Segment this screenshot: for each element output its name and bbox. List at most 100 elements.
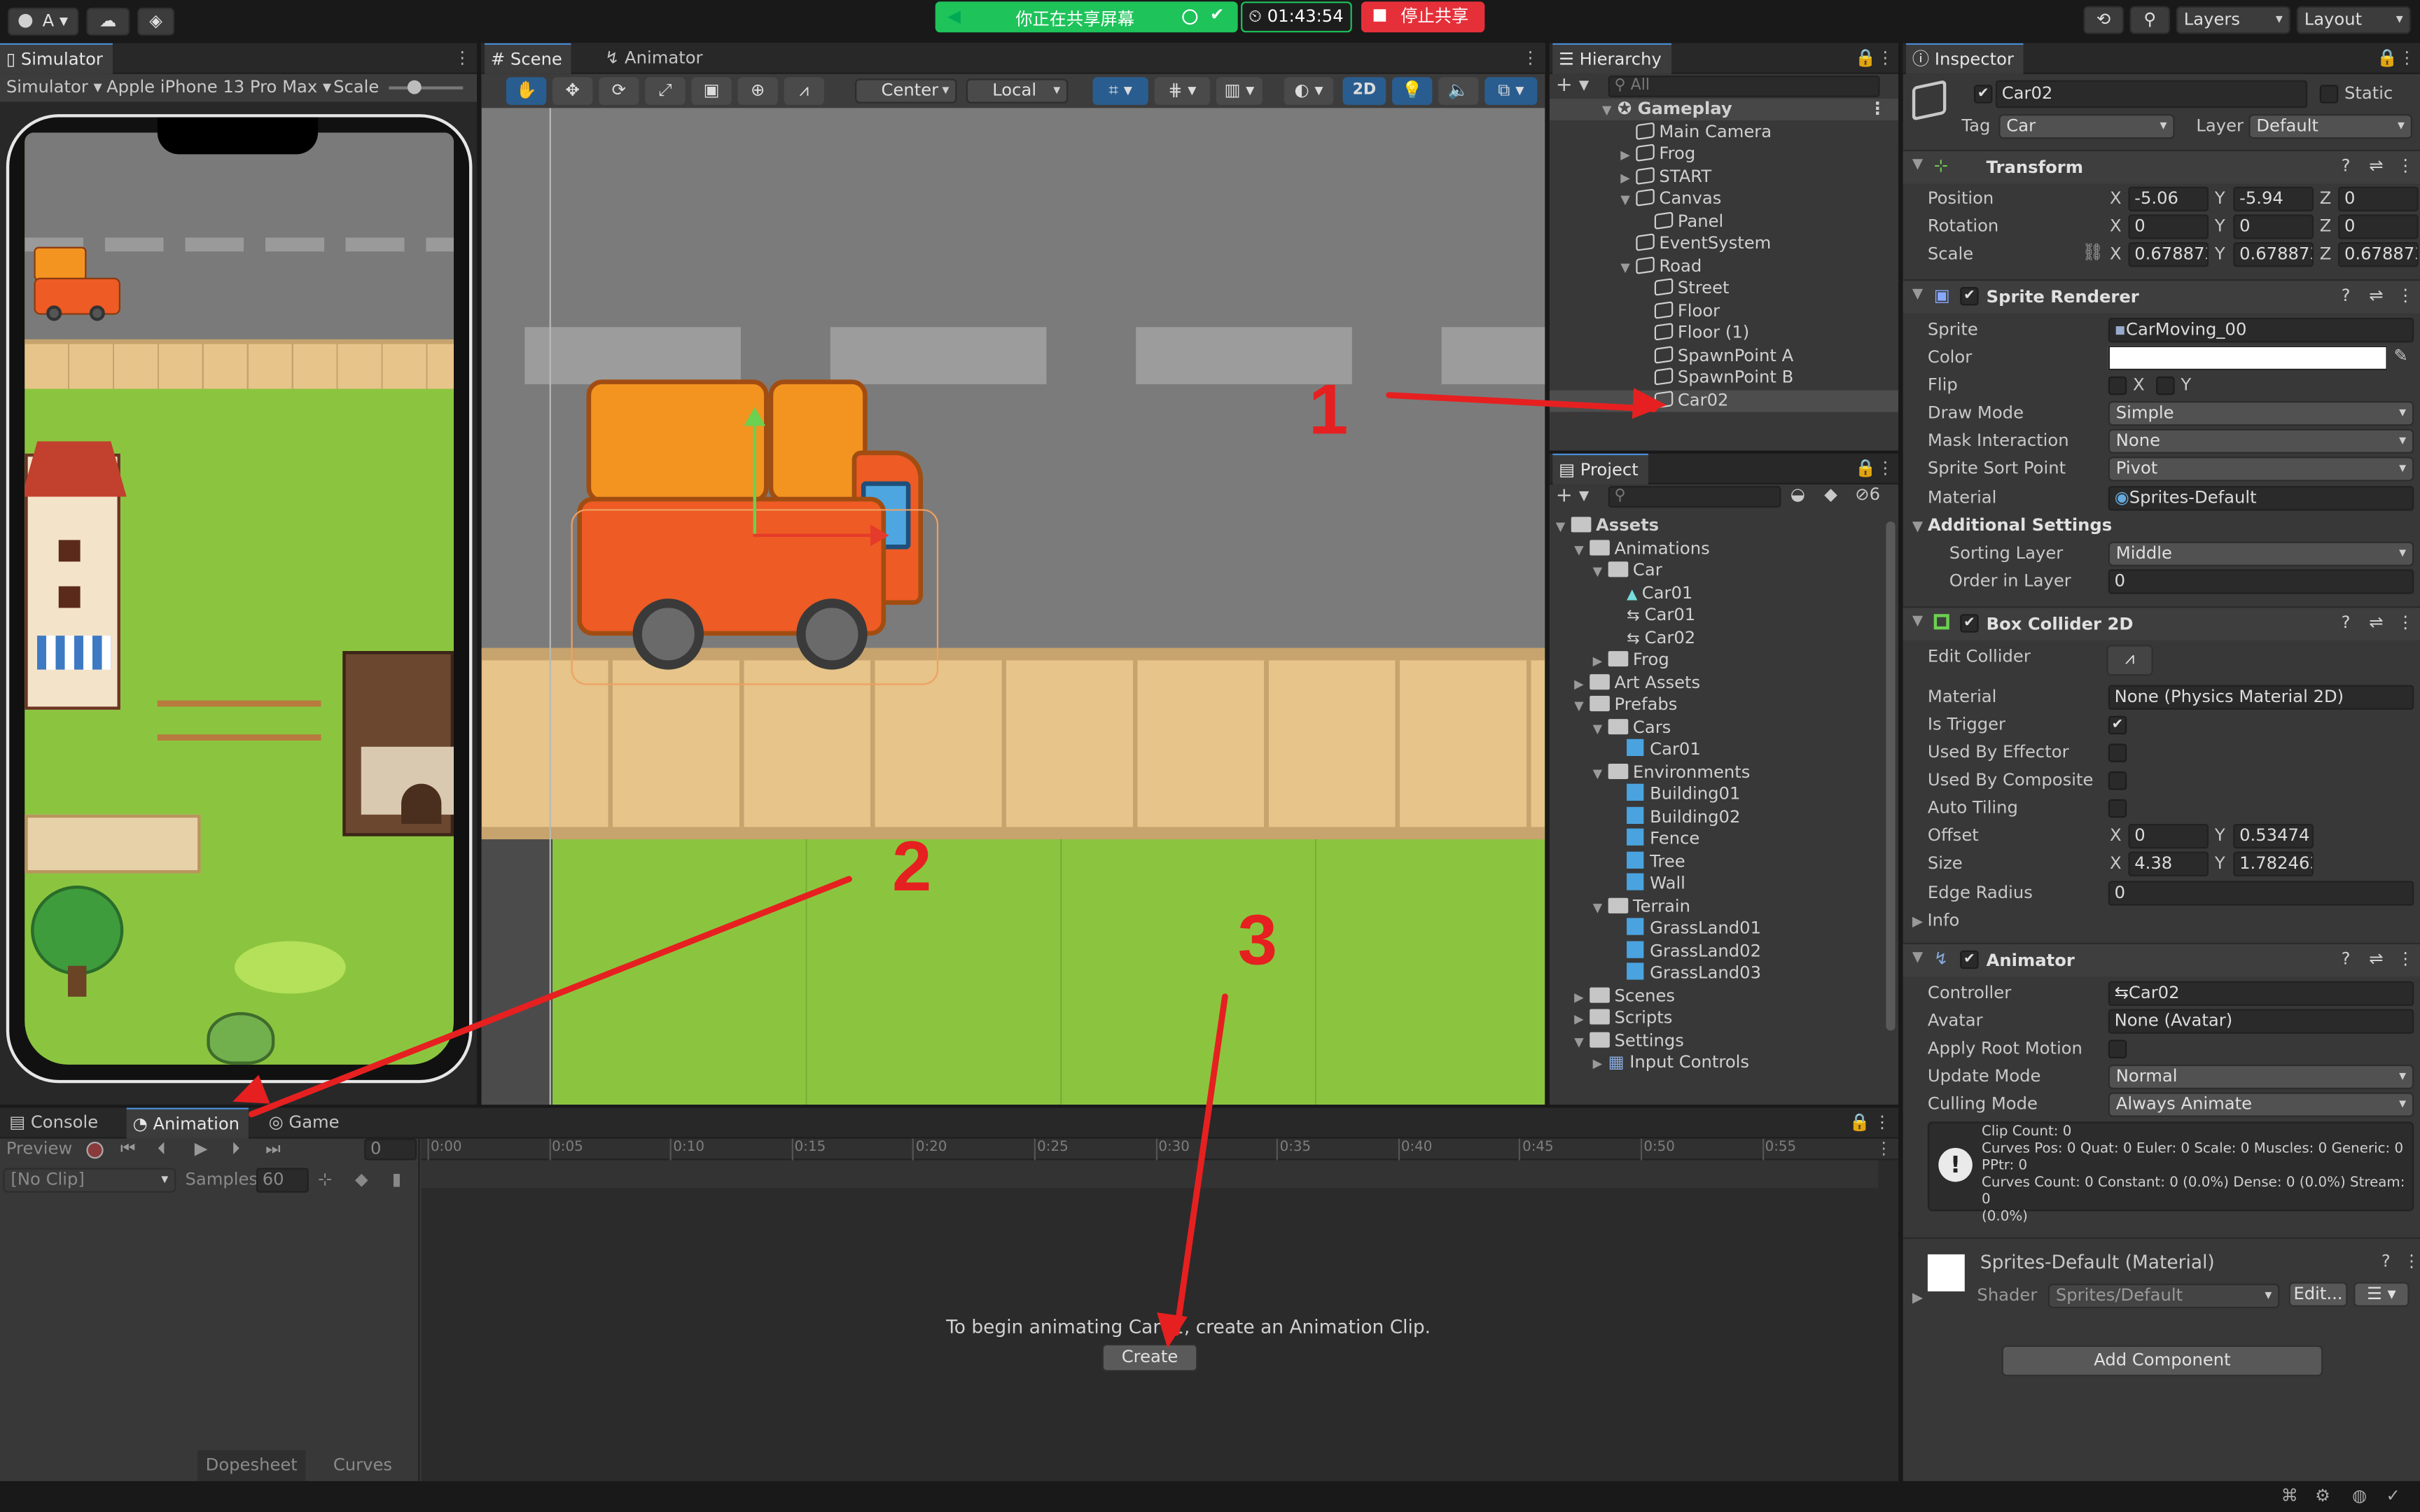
- pivot-rotation-dropdown[interactable]: Local: [966, 78, 1069, 104]
- edit-collider-button[interactable]: ⩘: [2106, 645, 2153, 676]
- phone-screen[interactable]: [25, 132, 454, 1065]
- mask-interaction-dropdown[interactable]: None: [2108, 428, 2414, 454]
- project-item[interactable]: ▼ Prefabs: [1550, 694, 1880, 716]
- hierarchy-item[interactable]: Street: [1550, 278, 1898, 300]
- order-in-layer-field[interactable]: 0: [2108, 569, 2414, 594]
- project-item[interactable]: ⇆ Car01: [1550, 605, 1880, 626]
- foldout-icon[interactable]: ▼: [1574, 539, 1590, 561]
- timeline-ruler[interactable]: 0:00 0:05 0:10 0:15 0:20 0:25 0:30 0:35 0:40 0:45…: [421, 1138, 1899, 1161]
- help-icon[interactable]: ?: [2342, 156, 2351, 176]
- hierarchy-item[interactable]: EventSystem: [1550, 233, 1898, 255]
- project-search-input[interactable]: ⚲: [1608, 486, 1781, 508]
- play-icon[interactable]: ▶: [195, 1139, 208, 1159]
- foldout-icon[interactable]: ▼: [1620, 257, 1636, 279]
- event-marker-icon[interactable]: ▮: [392, 1170, 401, 1190]
- simulator-mode-dropdown[interactable]: Simulator ▾: [6, 77, 102, 97]
- scene-viewport[interactable]: [481, 108, 1545, 1105]
- hierarchy-item[interactable]: Floor (1): [1550, 323, 1898, 344]
- filter-label-icon[interactable]: ◆: [1824, 484, 1837, 505]
- project-item[interactable]: Tree: [1550, 850, 1880, 873]
- preset-icon[interactable]: ⇌: [2369, 612, 2383, 633]
- project-item[interactable]: GrassLand01: [1550, 918, 1880, 939]
- draw-mode-dropdown[interactable]: Simple: [2108, 401, 2414, 426]
- material-foldout-icon[interactable]: ▶: [1912, 1292, 1923, 1307]
- hierarchy-add-button[interactable]: + ▾: [1556, 74, 1590, 97]
- tab-game[interactable]: ◎ Game: [263, 1108, 349, 1139]
- progress-icon[interactable]: ⚙: [2315, 1486, 2330, 1506]
- project-item[interactable]: ▼ Terrain: [1550, 895, 1880, 917]
- foldout-icon[interactable]: ▼: [1602, 100, 1618, 122]
- hierarchy-item[interactable]: ▶ START: [1550, 166, 1898, 188]
- transform-header[interactable]: ▼ ⊹ Transform ? ⇌ ⋮: [1903, 149, 2420, 184]
- auto-generate-icon[interactable]: ◍: [2352, 1486, 2367, 1506]
- transform-scale-y-field[interactable]: 0.678873: [2233, 242, 2314, 267]
- project-scrollbar[interactable]: [1886, 521, 1896, 1031]
- hand-tool-icon[interactable]: ✋: [506, 77, 547, 105]
- shader-dropdown[interactable]: Sprites/Default: [2047, 1283, 2280, 1309]
- project-item[interactable]: Fence: [1550, 828, 1880, 850]
- component-menu-icon[interactable]: ⋮: [2397, 156, 2414, 176]
- simulator-menu-icon[interactable]: ⋮: [454, 48, 471, 69]
- component-menu-icon[interactable]: ⋮: [2397, 286, 2414, 306]
- component-menu-icon[interactable]: ⋮: [2397, 949, 2414, 969]
- flip-y-checkbox[interactable]: [2156, 376, 2175, 396]
- scale-tool-icon[interactable]: ⤢: [645, 77, 686, 105]
- project-menu-icon[interactable]: ⋮: [1877, 458, 1893, 480]
- preset-icon[interactable]: ⇌: [2369, 949, 2383, 969]
- scale-slider[interactable]: [389, 80, 464, 94]
- move-gizmo-y-arrow[interactable]: [744, 407, 766, 426]
- project-item[interactable]: Car01: [1550, 738, 1880, 761]
- lighting-icon[interactable]: 💡: [1392, 77, 1433, 105]
- audio-icon[interactable]: 🔈: [1438, 77, 1479, 105]
- search-button[interactable]: ⚲: [2129, 6, 2170, 34]
- foldout-icon[interactable]: ▶: [1593, 651, 1608, 673]
- project-item[interactable]: ▶ Scripts: [1550, 1007, 1880, 1029]
- pivot-mode-dropdown[interactable]: Center: [855, 78, 957, 104]
- info-foldout[interactable]: ▶ Info: [1912, 910, 1960, 930]
- foldout-icon[interactable]: ▼: [1574, 696, 1590, 718]
- timeline-menu-icon[interactable]: ⋮: [1875, 1139, 1892, 1159]
- static-checkbox[interactable]: [2319, 85, 2339, 104]
- hierarchy-item[interactable]: ▼ Road: [1550, 255, 1898, 277]
- tab-scene[interactable]: # Scene: [485, 43, 572, 74]
- transform-position-x-field[interactable]: -5.06: [2128, 186, 2209, 211]
- material-field[interactable]: ◉Sprites-Default: [2108, 486, 2414, 511]
- hidden-packages-icon[interactable]: ⊘6: [1855, 484, 1880, 505]
- grid-snap-icon[interactable]: ⌗ ▾: [1092, 77, 1148, 105]
- hierarchy-item[interactable]: Panel: [1550, 211, 1898, 232]
- preview-button[interactable]: Preview: [6, 1139, 72, 1161]
- preset-icon[interactable]: ⇌: [2369, 156, 2383, 176]
- foldout-icon[interactable]: ▼: [1593, 763, 1608, 785]
- move-gizmo-x-axis[interactable]: [753, 533, 877, 538]
- material-menu-icon[interactable]: ⋮: [2403, 1252, 2420, 1272]
- create-clip-button[interactable]: Create: [1101, 1343, 1198, 1372]
- flip-x-checkbox[interactable]: [2108, 376, 2127, 396]
- used-by-effector-checkbox[interactable]: [2108, 743, 2127, 762]
- apply-root-motion-checkbox[interactable]: [2108, 1040, 2127, 1059]
- account-dropdown[interactable]: A ▾: [8, 8, 79, 36]
- active-checkbox[interactable]: ✔: [1974, 85, 1993, 104]
- scale-slider-thumb[interactable]: [407, 80, 422, 94]
- used-by-composite-checkbox[interactable]: [2108, 771, 2127, 790]
- prev-keyframe-icon[interactable]: ⏴: [158, 1139, 166, 1161]
- clip-dropdown[interactable]: [No Clip]: [3, 1168, 176, 1193]
- size-x-field[interactable]: 4.38: [2128, 851, 2209, 876]
- animator-header[interactable]: ▼ ↯ ✔ Animator ? ⇌ ⋮: [1903, 942, 2420, 977]
- transform-scale-x-field[interactable]: 0.678873: [2128, 242, 2209, 267]
- foldout-icon[interactable]: ▶: [1574, 987, 1590, 1009]
- foldout-icon[interactable]: ▼: [1593, 561, 1608, 583]
- tab-console[interactable]: ▤ Console: [3, 1108, 107, 1139]
- animation-menu-icon[interactable]: ⋮: [1874, 1112, 1891, 1134]
- current-frame-field[interactable]: 0: [364, 1138, 417, 1161]
- filter-type-icon[interactable]: ◒: [1790, 484, 1805, 505]
- controller-field[interactable]: ⇆Car02: [2108, 981, 2414, 1007]
- sprite-renderer-header[interactable]: ▼ ▣ ✔ Sprite Renderer ? ⇌ ⋮: [1903, 279, 2420, 314]
- layout-dropdown[interactable]: Layout: [2296, 6, 2411, 34]
- avatar-field[interactable]: None (Avatar): [2108, 1009, 2414, 1034]
- culling-mode-dropdown[interactable]: Always Animate: [2108, 1092, 2414, 1117]
- update-mode-dropdown[interactable]: Normal: [2108, 1064, 2414, 1090]
- tab-inspector[interactable]: ⓘ Inspector: [1906, 43, 2024, 74]
- tab-simulator[interactable]: ▯ Simulator: [0, 43, 113, 74]
- foldout-icon[interactable]: ▶: [1620, 167, 1636, 189]
- timeline-area[interactable]: 0:00 0:05 0:10 0:15 0:20 0:25 0:30 0:35 0:40 0:45…: [421, 1138, 1899, 1481]
